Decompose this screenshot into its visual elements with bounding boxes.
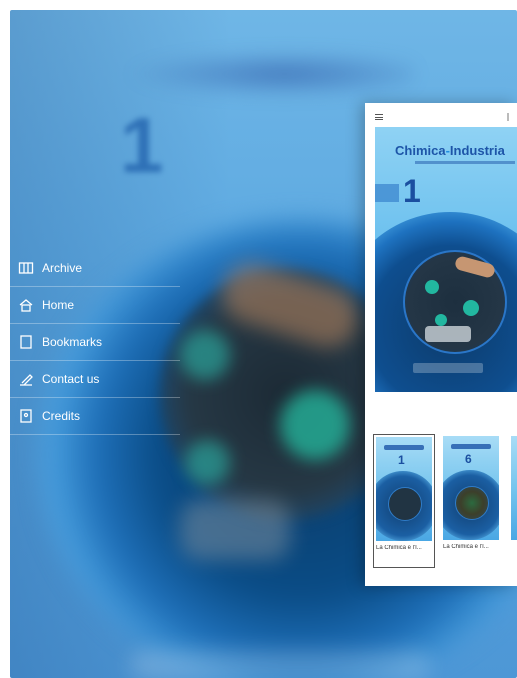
archive-icon bbox=[18, 260, 34, 276]
cover-subline bbox=[415, 161, 515, 164]
menu-item-label: Archive bbox=[42, 261, 83, 275]
menu-item-archive[interactable]: Archive bbox=[10, 250, 180, 287]
background-title-blur bbox=[125, 50, 415, 98]
background-dot bbox=[280, 390, 350, 460]
background-bottom-blur bbox=[130, 650, 430, 678]
thumbnail-issue-number: 1 bbox=[398, 453, 405, 467]
issue-thumbnails: 1 La Chimica e l'I... 6 La Chimica e l'I… bbox=[365, 426, 517, 586]
cover-node bbox=[435, 314, 447, 326]
cover-issue-bar bbox=[375, 184, 399, 202]
background-dot bbox=[180, 330, 230, 380]
cover-node bbox=[425, 280, 439, 294]
cover-brand: Chimica-Industria bbox=[395, 143, 505, 158]
thumbnail-label: La Chimica e l'I... bbox=[376, 545, 422, 551]
background-blocks bbox=[180, 500, 290, 560]
background-dot bbox=[185, 440, 230, 485]
cover-disc bbox=[403, 250, 507, 354]
thumbnail-brand bbox=[384, 445, 424, 450]
thumbnail-partial[interactable] bbox=[509, 434, 517, 566]
menu-item-contact-us[interactable]: Contact us bbox=[10, 361, 180, 398]
menu-item-label: Contact us bbox=[42, 372, 100, 386]
credits-icon bbox=[18, 408, 34, 424]
thumbnail-image: 6 bbox=[443, 436, 499, 540]
menu-item-label: Credits bbox=[42, 409, 81, 423]
thumbnail-disc bbox=[455, 486, 489, 520]
topbar-right-marker bbox=[507, 113, 509, 121]
cover-caption bbox=[413, 363, 483, 373]
thumbnail-issue-6[interactable]: 6 La Chimica e l'I... bbox=[441, 434, 501, 566]
home-icon bbox=[18, 297, 34, 313]
thumbnail-issue-1[interactable]: 1 La Chimica e l'I... bbox=[373, 434, 435, 568]
thumbnail-image: 1 bbox=[376, 437, 432, 541]
cover-blocks bbox=[425, 326, 471, 342]
bookmark-icon bbox=[18, 334, 34, 350]
side-menu: Archive Home Bookmarks Contact us Credit… bbox=[10, 250, 180, 435]
menu-item-label: Bookmarks bbox=[42, 335, 103, 349]
cover-node bbox=[463, 300, 479, 316]
thumbnail-disc bbox=[388, 487, 422, 521]
thumbnail-issue-number: 6 bbox=[465, 452, 472, 466]
menu-item-bookmarks[interactable]: Bookmarks bbox=[10, 324, 180, 361]
menu-item-credits[interactable]: Credits bbox=[10, 398, 180, 435]
background-issue-digit: 1 bbox=[120, 101, 164, 189]
menu-item-label: Home bbox=[42, 298, 75, 312]
thumbnail-label: La Chimica e l'I... bbox=[443, 544, 489, 550]
magazine-cover[interactable]: Chimica-Industria 1 bbox=[375, 127, 517, 392]
thumbnail-image bbox=[511, 436, 517, 540]
menu-item-home[interactable]: Home bbox=[10, 287, 180, 324]
thumbnail-brand bbox=[451, 444, 491, 449]
cover-issue-number: 1 bbox=[403, 173, 421, 209]
hamburger-menu-icon[interactable] bbox=[375, 114, 383, 120]
contact-icon bbox=[18, 371, 34, 387]
